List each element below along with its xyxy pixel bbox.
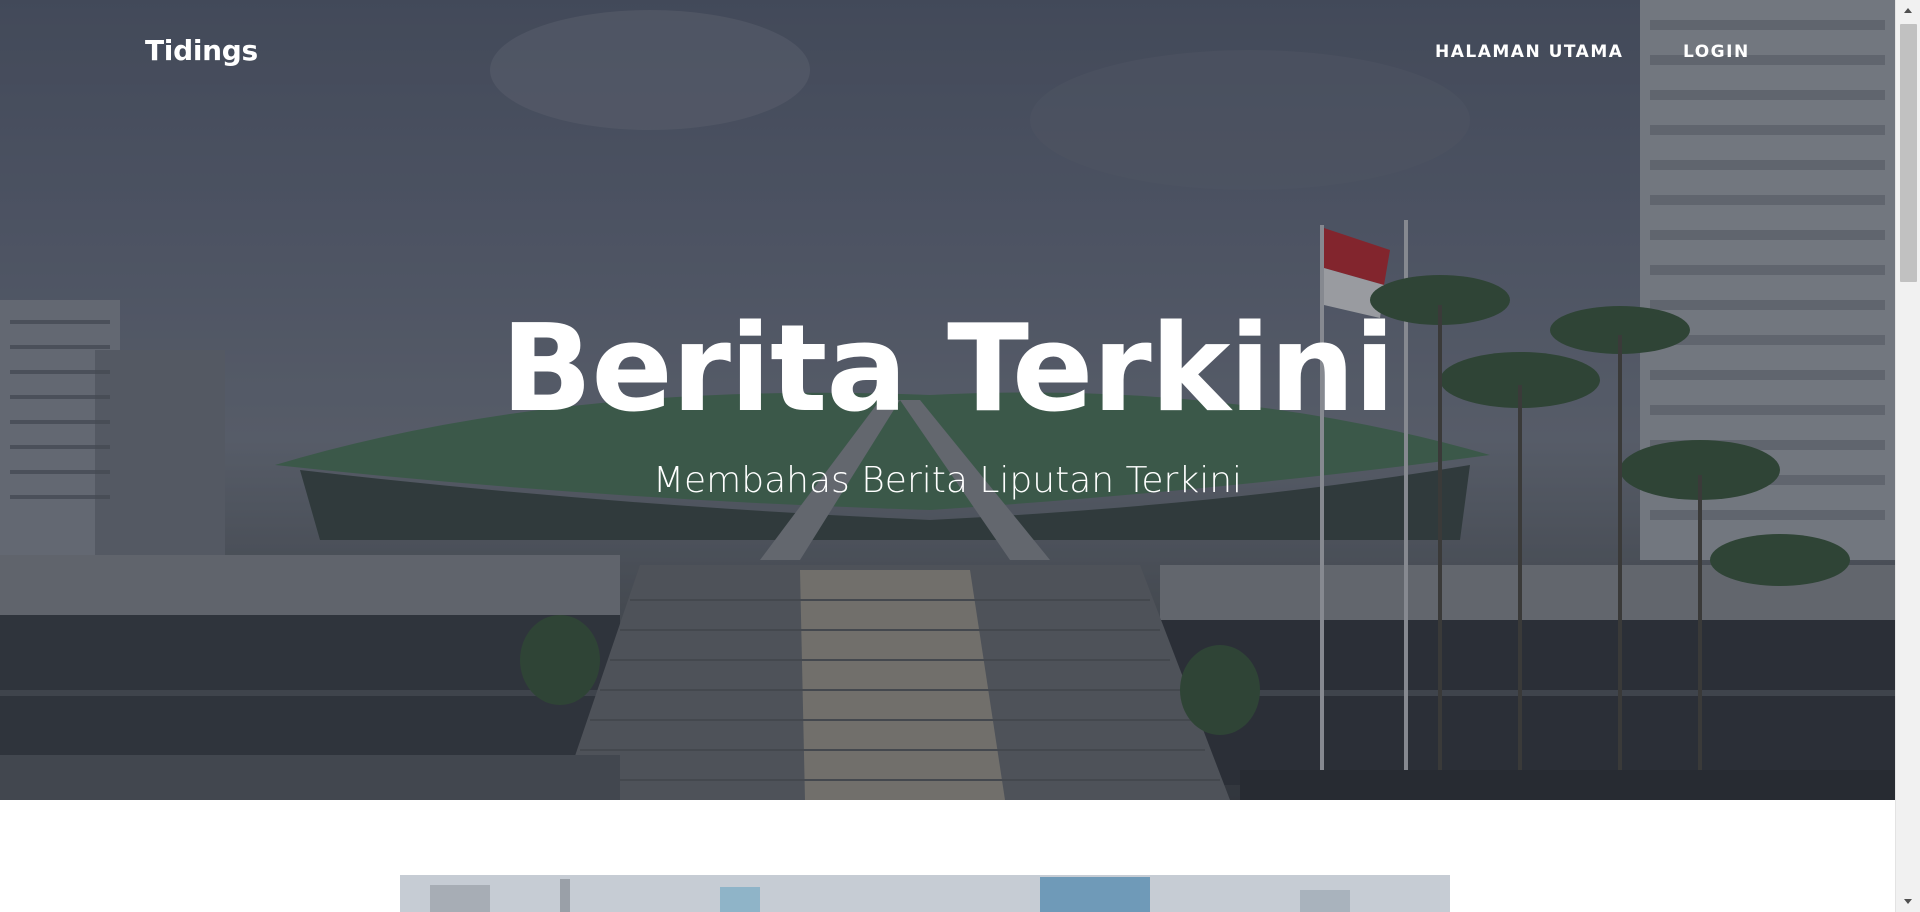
article-preview-image[interactable] [400, 875, 1450, 912]
scrollbar-thumb[interactable] [1900, 24, 1917, 282]
nav-link-login[interactable]: LOGIN [1683, 42, 1750, 62]
hero-title: Berita Terkini [500, 300, 1395, 439]
chevron-up-icon [1904, 8, 1912, 13]
top-navbar: Tidings HALAMAN UTAMA LOGIN [0, 0, 1895, 104]
nav-link-halaman-utama[interactable]: HALAMAN UTAMA [1435, 42, 1623, 62]
page: Tidings HALAMAN UTAMA LOGIN Berita Terki… [0, 0, 1895, 912]
scroll-down-button[interactable] [1896, 890, 1920, 912]
hero-subtitle: Membahas Berita Liputan Terkini [652, 460, 1243, 501]
city-skyline-image [400, 875, 1450, 912]
chevron-down-icon [1904, 899, 1912, 904]
vertical-scrollbar[interactable] [1895, 0, 1920, 912]
scroll-up-button[interactable] [1896, 0, 1920, 22]
brand-logo-link[interactable]: Tidings [145, 34, 258, 67]
hero-header: Tidings HALAMAN UTAMA LOGIN Berita Terki… [0, 0, 1895, 800]
